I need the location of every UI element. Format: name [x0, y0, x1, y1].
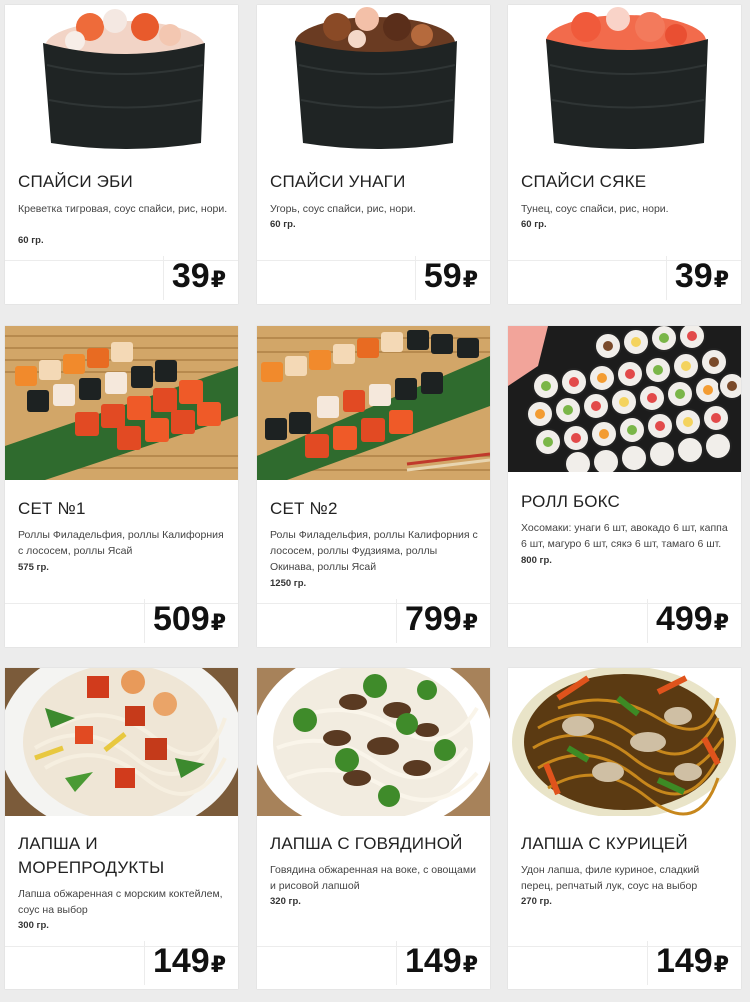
product-card[interactable]: СЕТ №2 Ролы Филадельфия, роллы Калифорни… [257, 326, 490, 647]
product-price: 149₽ [646, 941, 729, 985]
product-description: Роллы Филадельфия, роллы Калифорния с ло… [18, 529, 224, 557]
product-card[interactable]: СПАЙСИ УНАГИ Угорь, соус спайси, рис, но… [257, 5, 490, 304]
product-card[interactable]: ЛАПША С КУРИЦЕЙ Удон лапша, филе куриное… [508, 668, 741, 989]
product-description: Лапша обжаренная с морским коктейлем, со… [18, 888, 223, 916]
product-description: Удон лапша, филе куриное, сладкий перец,… [521, 864, 700, 892]
product-image-roll-set[interactable] [5, 326, 238, 480]
product-price: 59₽ [414, 256, 478, 300]
ruble-icon: ₽ [713, 610, 729, 635]
product-title[interactable]: СПАЙСИ ЭБИ [18, 170, 228, 194]
product-card[interactable]: РОЛЛ БОКС Хосомаки: унаги 6 шт, авокадо … [508, 326, 741, 647]
product-image-gunkan[interactable] [257, 5, 490, 153]
product-image-roll-box[interactable] [508, 326, 741, 472]
product-price: 149₽ [395, 941, 478, 985]
product-card[interactable]: СЕТ №1 Роллы Филадельфия, роллы Калифорн… [5, 326, 238, 647]
product-price: 509₽ [143, 599, 226, 643]
product-image-noodles[interactable] [508, 668, 741, 816]
product-title[interactable]: ЛАПША И МОРЕПРОДУКТЫ [18, 832, 228, 880]
product-description: Угорь, соус спайси, рис, нори. [270, 203, 416, 215]
product-weight: 1250 гр. [270, 578, 307, 589]
product-title[interactable]: СПАЙСИ УНАГИ [270, 170, 480, 194]
ruble-icon: ₽ [462, 952, 478, 977]
product-description: Ролы Филадельфия, роллы Калифорния с лос… [270, 529, 478, 573]
product-title[interactable]: ЛАПША С ГОВЯДИНОЙ [270, 832, 480, 856]
product-description: Тунец, соус спайси, рис, нори. [521, 203, 669, 215]
product-grid: СПАЙСИ ЭБИ Креветка тигровая, соус спайс… [0, 0, 750, 1002]
product-price: 39₽ [162, 256, 226, 300]
ruble-icon: ₽ [210, 952, 226, 977]
product-weight: 575 гр. [18, 562, 49, 573]
ruble-icon: ₽ [462, 267, 478, 292]
product-title[interactable]: СПАЙСИ СЯКЕ [521, 170, 731, 194]
product-image-gunkan[interactable] [508, 5, 741, 153]
product-price: 499₽ [646, 599, 729, 643]
product-card[interactable]: СПАЙСИ ЭБИ Креветка тигровая, соус спайс… [5, 5, 238, 304]
product-description: Хосомаки: унаги 6 шт, авокадо 6 шт, капп… [521, 522, 728, 550]
product-title[interactable]: СЕТ №2 [270, 497, 480, 521]
product-weight: 60 гр. [270, 219, 296, 230]
product-image-noodles[interactable] [257, 668, 490, 816]
product-title[interactable]: СЕТ №1 [18, 497, 228, 521]
product-title[interactable]: РОЛЛ БОКС [521, 490, 731, 514]
ruble-icon: ₽ [713, 267, 729, 292]
product-image-roll-set[interactable] [257, 326, 490, 480]
product-card[interactable]: СПАЙСИ СЯКЕ Тунец, соус спайси, рис, нор… [508, 5, 741, 304]
product-weight: 270 гр. [521, 896, 552, 907]
product-price: 39₽ [665, 256, 729, 300]
product-description: Креветка тигровая, соус спайси, рис, нор… [18, 203, 228, 215]
product-image-gunkan[interactable] [5, 5, 238, 153]
ruble-icon: ₽ [462, 610, 478, 635]
product-image-noodles[interactable] [5, 668, 238, 816]
product-weight: 60 гр. [521, 219, 547, 230]
product-weight: 320 гр. [270, 896, 301, 907]
product-card[interactable]: ЛАПША И МОРЕПРОДУКТЫ Лапша обжаренная с … [5, 668, 238, 989]
product-price: 799₽ [395, 599, 478, 643]
ruble-icon: ₽ [713, 952, 729, 977]
product-weight: 300 гр. [18, 920, 49, 931]
product-price: 149₽ [143, 941, 226, 985]
product-title[interactable]: ЛАПША С КУРИЦЕЙ [521, 832, 731, 856]
product-description: Говядина обжаренная на воке, с овощами и… [270, 864, 476, 892]
product-card[interactable]: ЛАПША С ГОВЯДИНОЙ Говядина обжаренная на… [257, 668, 490, 989]
ruble-icon: ₽ [210, 267, 226, 292]
ruble-icon: ₽ [210, 610, 226, 635]
product-weight: 60 гр. [18, 235, 44, 246]
product-weight: 800 гр. [521, 555, 552, 566]
